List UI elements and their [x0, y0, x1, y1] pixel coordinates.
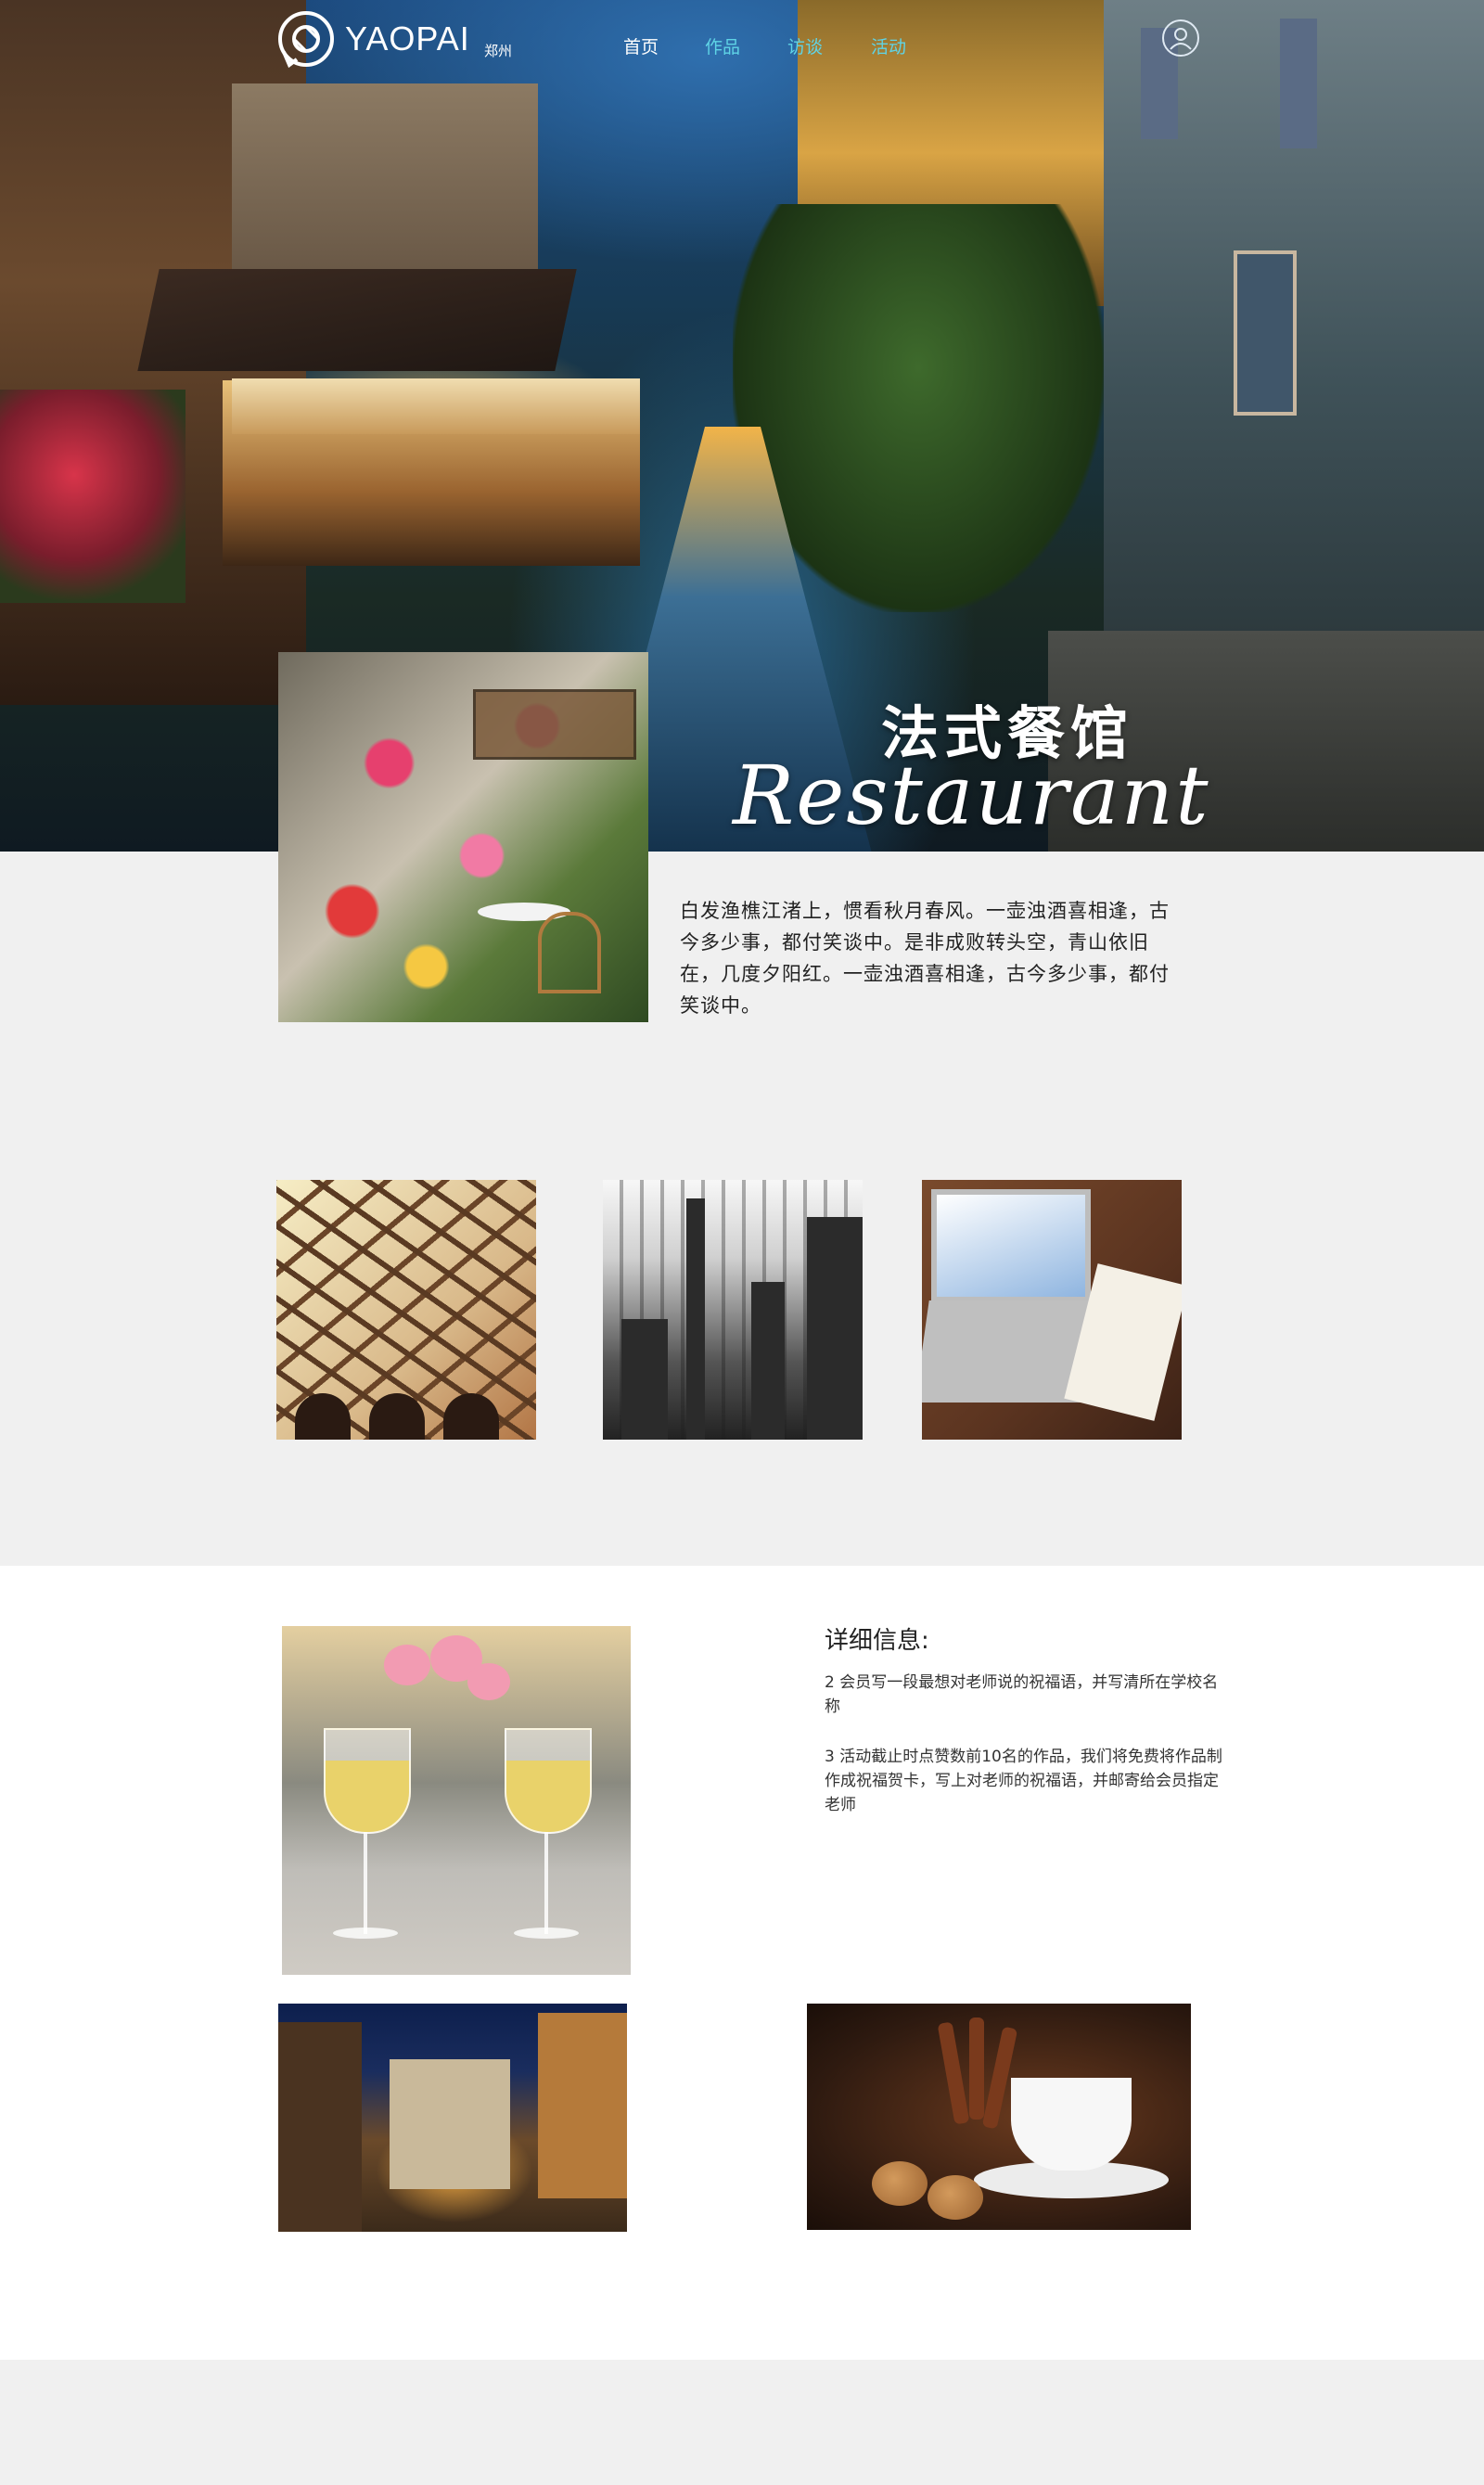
rose-flower [384, 1645, 430, 1685]
gallery-image-laptop[interactable] [922, 1180, 1182, 1440]
intro-restaurant-photo [278, 652, 648, 1022]
logo[interactable]: YAOPAI [276, 4, 470, 74]
cookie [872, 2161, 928, 2206]
intro-paragraph: 白发渔樵江渚上，惯看秋月春风。一壶浊酒喜相逢，古今多少事，都付笑谈中。是非成败转… [680, 900, 1170, 1017]
street-building [278, 2022, 362, 2232]
arch-shape [443, 1393, 499, 1440]
logo-text: YAOPAI [345, 19, 470, 58]
city-label: 郑州 [484, 43, 513, 59]
coffee-photo [807, 2004, 1191, 2230]
gallery-image-architecture[interactable] [276, 1180, 536, 1440]
camera-aperture-icon [278, 11, 334, 69]
hero-shutter [1234, 250, 1297, 416]
cinnamon-stick [937, 2021, 970, 2125]
arch-shape [295, 1393, 351, 1440]
wine-glass [324, 1728, 411, 1834]
arch-shape [369, 1393, 425, 1440]
street-building [538, 2013, 627, 2198]
cafe-chair [538, 912, 601, 993]
hero-title-english: Restaurant [733, 748, 1210, 843]
details-item-2: 2 会员写一段最想对老师说的祝福语，并写清所在学校名称 [825, 1673, 1219, 1716]
restaurant-sign [473, 689, 636, 760]
cookie [928, 2175, 983, 2220]
details-item-3: 3 活动截止时点赞数前10名的作品，我们将免费将作品制作成祝福贺卡，写上对老师的… [825, 1748, 1222, 1814]
skyscraper [807, 1217, 863, 1440]
nav-interview[interactable]: 访谈 [787, 33, 823, 58]
hero-banner [0, 0, 1484, 852]
hero-roof [137, 269, 577, 371]
details-section [0, 1566, 1484, 2360]
rose-flower [467, 1663, 510, 1700]
user-account-icon[interactable] [1161, 19, 1200, 58]
gallery-image-city[interactable] [603, 1180, 863, 1440]
skyscraper [686, 1198, 705, 1440]
wine-glass-stem [544, 1832, 548, 1934]
coffee-cup [1011, 2078, 1132, 2171]
hero-shutter [1280, 19, 1317, 148]
street-building [390, 2059, 510, 2189]
skyscraper [751, 1282, 785, 1440]
hero-flowers [0, 390, 186, 603]
laptop-screen [931, 1189, 1091, 1302]
details-title: 详细信息: [825, 1627, 929, 1655]
nav-activity[interactable]: 活动 [871, 33, 906, 58]
wine-glass-stem [364, 1832, 367, 1934]
nav-home[interactable]: 首页 [623, 33, 659, 58]
wine-glass-base [514, 1928, 579, 1939]
wine-glasses-photo [282, 1626, 631, 1975]
wine-glass-base [333, 1928, 398, 1939]
cinnamon-stick [969, 2017, 984, 2120]
wine-glass [505, 1728, 592, 1834]
hero-awning [232, 378, 640, 434]
street-night-photo [278, 2004, 627, 2232]
skyscraper [621, 1319, 668, 1440]
nav-works[interactable]: 作品 [705, 33, 740, 58]
